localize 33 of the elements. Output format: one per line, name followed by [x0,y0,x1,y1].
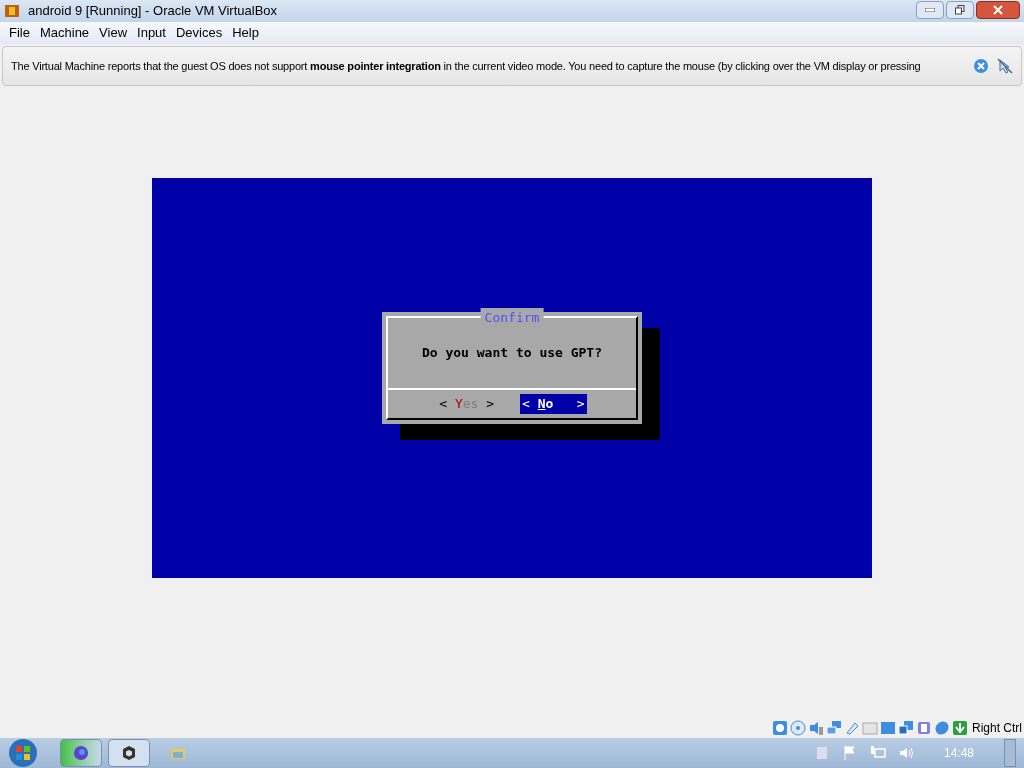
download-icon[interactable] [952,720,968,736]
flag-icon[interactable] [841,745,858,761]
cube-icon [121,745,137,761]
taskbar-button[interactable] [108,739,150,767]
host-key-label: Right Ctrl [972,720,1022,737]
menu-item[interactable]: Input [132,23,171,43]
menu-item[interactable]: View [94,23,133,43]
restore-icon [955,5,965,15]
start-button[interactable] [8,738,38,768]
audio-icon[interactable] [808,720,824,736]
close-icon[interactable] [973,58,989,74]
network-icon[interactable] [826,720,842,736]
browser-icon [73,745,89,761]
speaker-icon[interactable] [897,745,914,761]
app-icon [4,3,20,19]
restore-button[interactable] [946,1,974,19]
notice-text: The Virtual Machine reports that the guest OS does not support mouse pointer integration in the current video mode. You need to capture the mouse (by clicking over the VM display or pressing [11,58,922,74]
show-desktop-button[interactable] [1004,739,1016,767]
menu-item[interactable]: Devices [170,23,228,43]
network-icon[interactable] [869,745,886,761]
menu-item[interactable]: File [4,23,35,43]
close-button[interactable] [976,1,1020,19]
close-icon [993,5,1003,15]
window-title: android 9 [Running] - Oracle VM VirtualBox [28,2,279,21]
dialog-message: Do you want to use GPT? [422,344,602,363]
minimize-icon [925,8,935,12]
menu-item[interactable]: Machine [34,23,95,43]
taskbar-button[interactable] [60,739,102,767]
optical-disc-icon[interactable] [790,720,806,736]
menu-item[interactable]: Help [227,23,264,43]
dialog-button[interactable]: < No > [520,394,587,414]
windows-icon[interactable] [898,720,914,736]
cpu-icon[interactable] [916,720,932,736]
